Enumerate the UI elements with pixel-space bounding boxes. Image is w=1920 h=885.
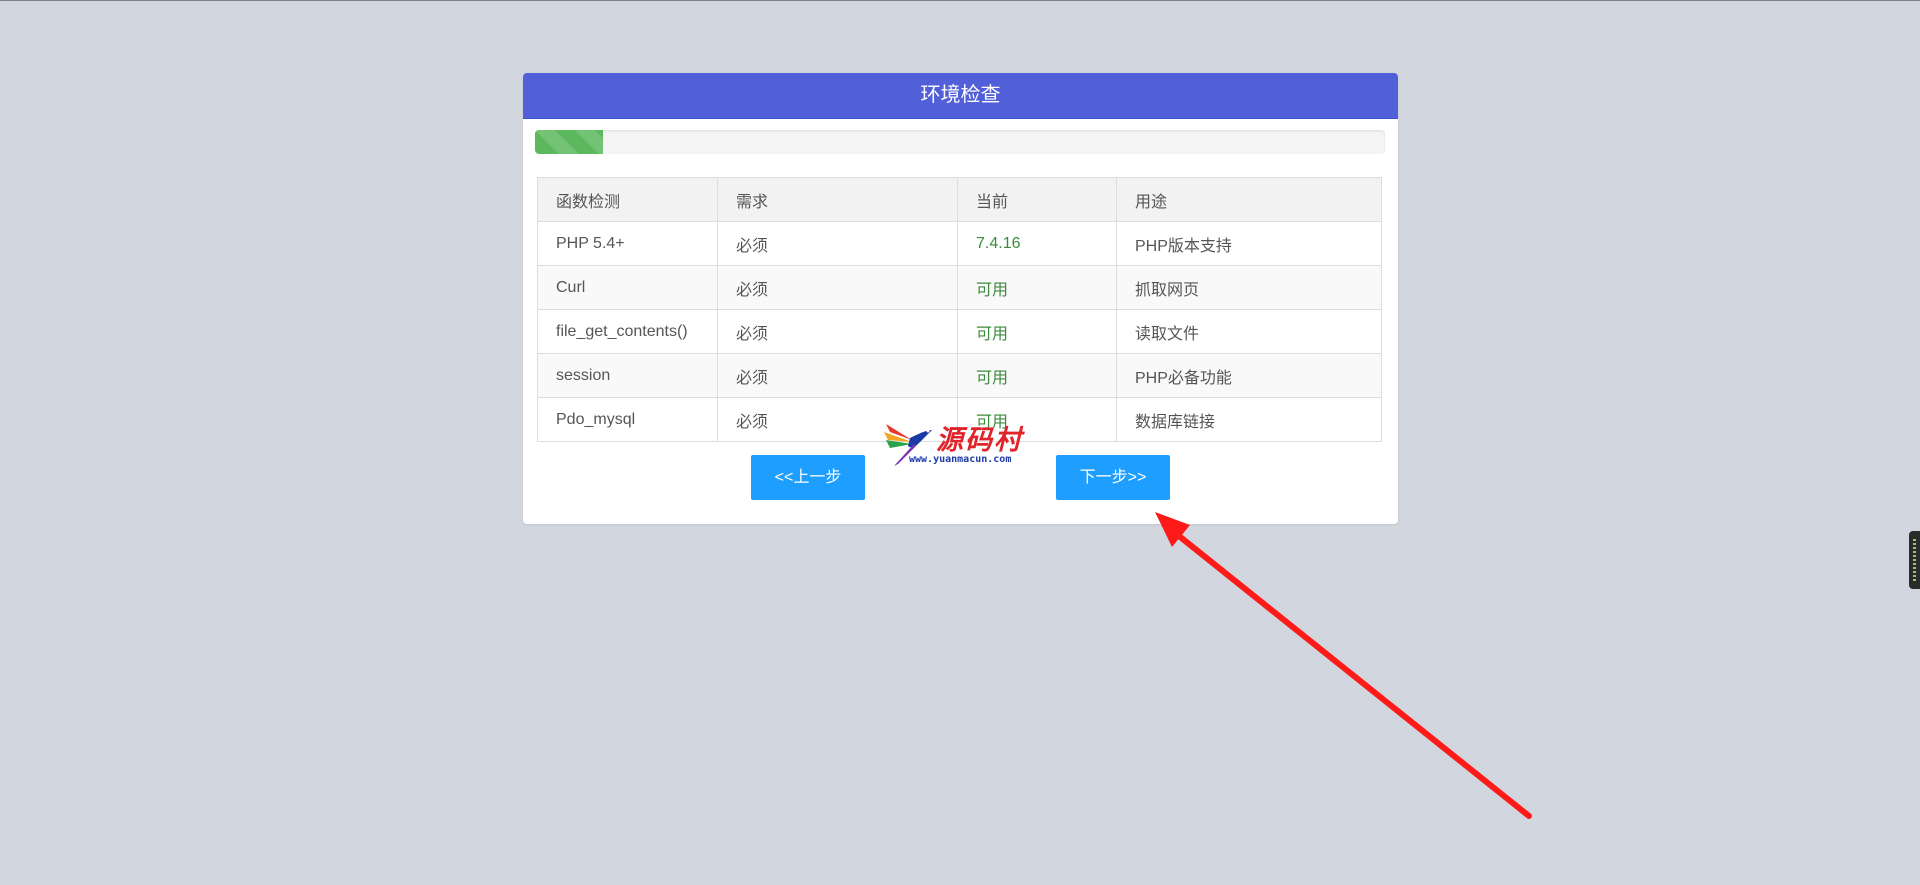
- top-border: [0, 0, 1920, 1]
- cell-function: Pdo_mysql: [537, 397, 718, 442]
- environment-check-table: 函数检测 需求 当前 用途 PHP 5.4+ 必须 7.4.16 PHP版本支持…: [537, 177, 1382, 442]
- next-step-button[interactable]: 下一步>>: [1056, 455, 1170, 500]
- previous-step-button[interactable]: <<上一步: [751, 455, 865, 500]
- column-header-function: 函数检测: [537, 177, 718, 222]
- annotation-arrow-shaft: [1171, 529, 1532, 819]
- cell-requirement: 必须: [717, 309, 958, 354]
- cell-current: 可用: [957, 353, 1117, 398]
- column-header-requirement: 需求: [717, 177, 958, 222]
- cell-purpose: 读取文件: [1116, 309, 1382, 354]
- watermark-logo: 源码村 www.yuanmacun.com: [884, 418, 1034, 468]
- cell-requirement: 必须: [717, 353, 958, 398]
- side-tool-bars-icon: [1913, 539, 1916, 581]
- cell-requirement: 必须: [717, 265, 958, 310]
- cell-current: 可用: [957, 309, 1117, 354]
- table-row: PHP 5.4+ 必须 7.4.16 PHP版本支持: [537, 221, 1382, 266]
- cell-function: file_get_contents(): [537, 309, 718, 354]
- cell-purpose: 数据库链接: [1116, 397, 1382, 442]
- cell-current: 可用: [957, 265, 1117, 310]
- side-tool-tab[interactable]: [1909, 531, 1920, 589]
- cell-function: session: [537, 353, 718, 398]
- cell-function: PHP 5.4+: [537, 221, 718, 266]
- table-row: Curl 必须 可用 抓取网页: [537, 265, 1382, 310]
- column-header-current: 当前: [957, 177, 1117, 222]
- watermark-text: 源码村: [936, 425, 1023, 456]
- install-progress: [535, 130, 1385, 154]
- cell-purpose: 抓取网页: [1116, 265, 1382, 310]
- watermark-url: www.yuanmacun.com: [909, 454, 1012, 465]
- cell-purpose: PHP版本支持: [1116, 221, 1382, 266]
- table-header-row: 函数检测 需求 当前 用途: [537, 177, 1382, 222]
- install-progress-bar: [535, 130, 603, 154]
- column-header-purpose: 用途: [1116, 177, 1382, 222]
- cell-current: 7.4.16: [957, 221, 1117, 266]
- cell-requirement: 必须: [717, 221, 958, 266]
- cell-function: Curl: [537, 265, 718, 310]
- table-row: file_get_contents() 必须 可用 读取文件: [537, 309, 1382, 354]
- cell-purpose: PHP必备功能: [1116, 353, 1382, 398]
- panel-title: 环境检查: [523, 73, 1398, 119]
- table-row: session 必须 可用 PHP必备功能: [537, 353, 1382, 398]
